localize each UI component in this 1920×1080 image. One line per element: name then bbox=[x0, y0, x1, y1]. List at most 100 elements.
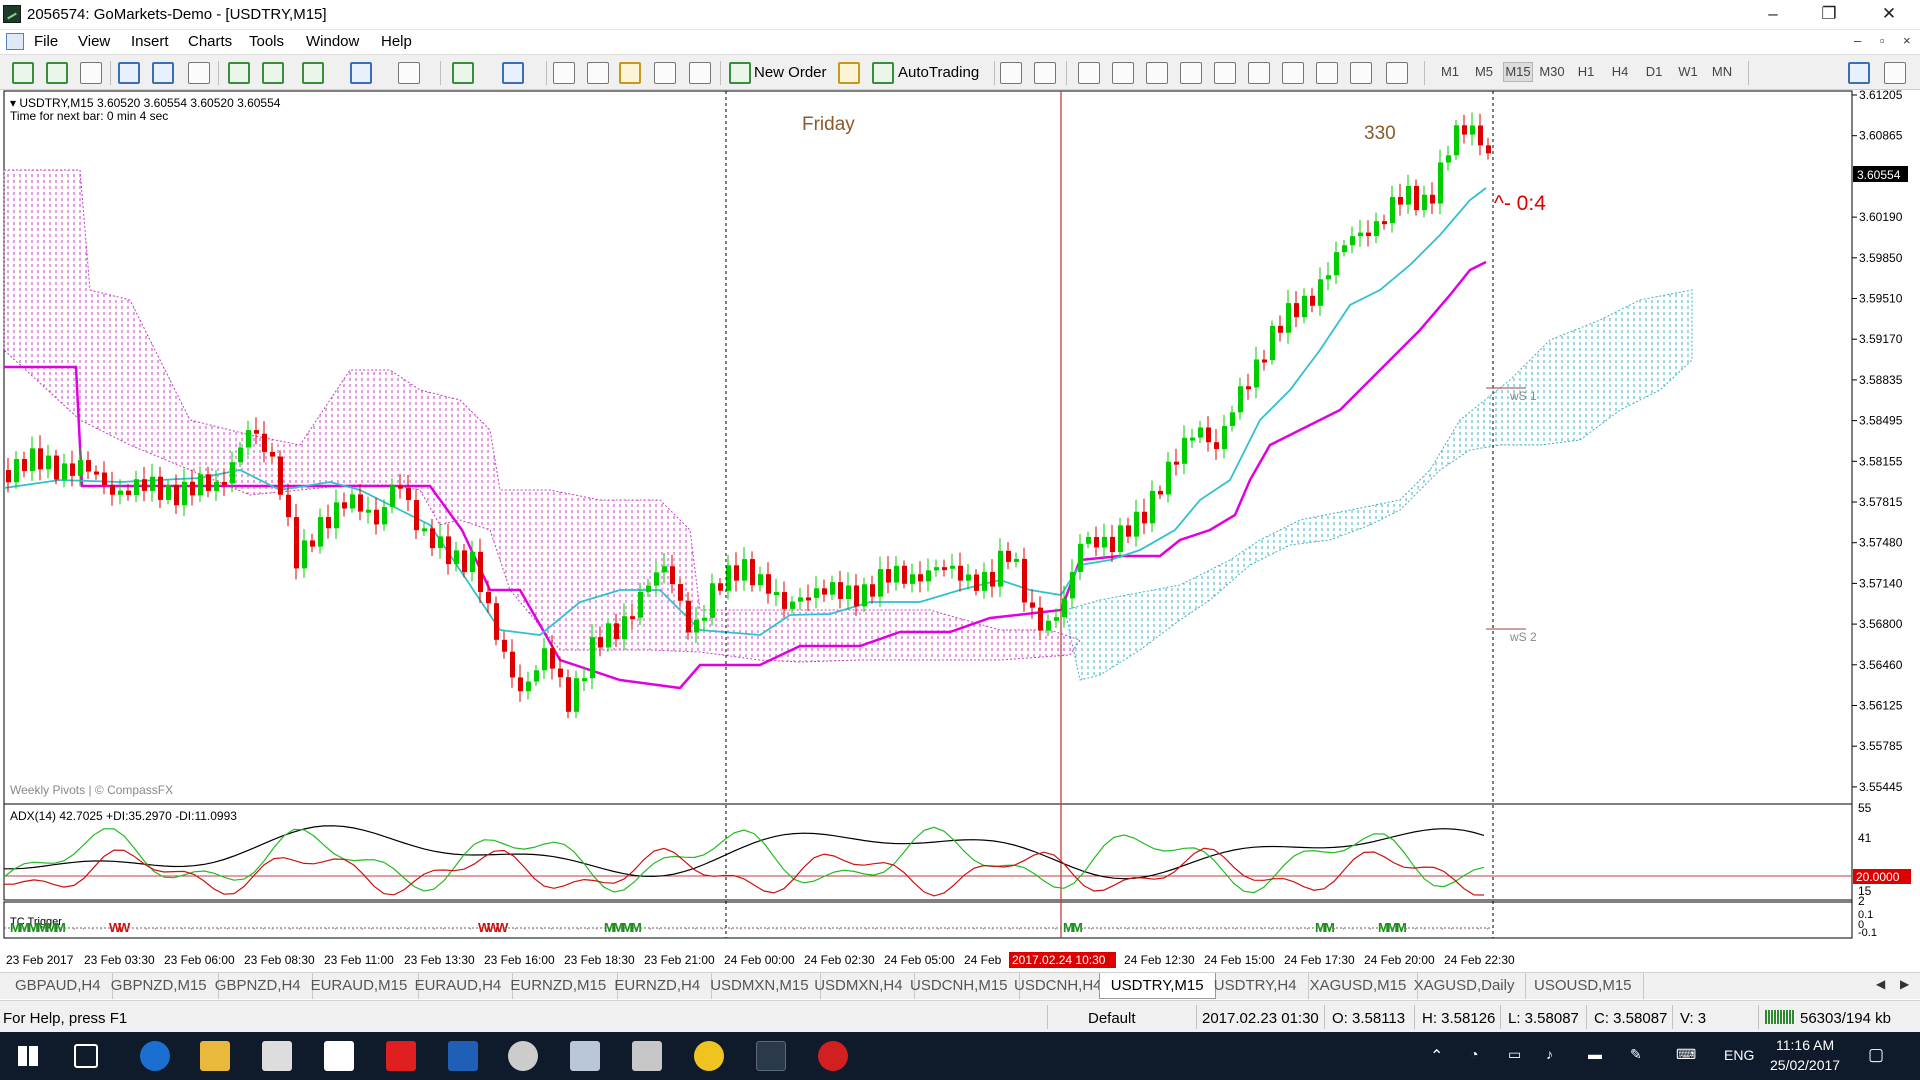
vertical-line-icon[interactable] bbox=[1078, 62, 1100, 84]
network-icon[interactable]: ▭ bbox=[1508, 1046, 1521, 1063]
tab-euraud-m15[interactable]: EURAUD,M15 bbox=[300, 973, 420, 999]
autotrading-button[interactable]: AutoTrading bbox=[898, 64, 979, 81]
chart-window-icon[interactable] bbox=[6, 33, 24, 50]
tab-gbpaud-h4[interactable]: GBPAUD,H4 bbox=[4, 973, 113, 999]
camera-app-icon[interactable] bbox=[632, 1041, 662, 1071]
tab-usdtry-h4[interactable]: USDTRY,H4 bbox=[1203, 973, 1309, 999]
notifications-icon[interactable]: ▢ bbox=[1868, 1045, 1884, 1065]
task-view-icon[interactable] bbox=[74, 1044, 98, 1068]
fibonacci-icon[interactable] bbox=[1214, 62, 1236, 84]
new-order-icon[interactable] bbox=[729, 62, 751, 84]
crosshair-icon[interactable] bbox=[1034, 62, 1056, 84]
tab-usdmxn-h4[interactable]: USDMXN,H4 bbox=[803, 973, 915, 999]
arrows-icon[interactable] bbox=[1386, 62, 1408, 84]
clock-date[interactable]: 25/02/2017 bbox=[1770, 1057, 1840, 1073]
line-chart-icon[interactable] bbox=[80, 62, 102, 84]
windows-start-icon[interactable] bbox=[18, 1046, 38, 1066]
menu-help[interactable]: Help bbox=[381, 33, 412, 50]
tab-gbpnzd-h4[interactable]: GBPNZD,H4 bbox=[204, 973, 313, 999]
strategy-tester-icon[interactable] bbox=[689, 62, 711, 84]
cursor-icon[interactable] bbox=[1000, 62, 1022, 84]
keyboard-icon[interactable]: ⌨ bbox=[1676, 1046, 1696, 1063]
mdi-close-button[interactable]: × bbox=[1903, 33, 1911, 48]
trendline-icon[interactable] bbox=[1146, 62, 1168, 84]
menu-insert[interactable]: Insert bbox=[131, 33, 169, 50]
tab-usdcnh-h4[interactable]: USDCNH,H4 bbox=[1003, 973, 1114, 999]
tabs-scroll-left-icon[interactable]: ◀ bbox=[1876, 977, 1885, 991]
edge-browser-icon[interactable] bbox=[140, 1041, 170, 1071]
indicators-icon[interactable] bbox=[302, 62, 324, 84]
language-indicator[interactable]: ENG bbox=[1724, 1047, 1754, 1063]
text-icon[interactable] bbox=[1248, 62, 1270, 84]
chart-shift-icon[interactable] bbox=[262, 62, 284, 84]
close-button[interactable]: ✕ bbox=[1860, 0, 1918, 30]
tab-usousd-m15[interactable]: USOUSD,M15 bbox=[1523, 973, 1644, 999]
candlestick-icon[interactable] bbox=[46, 62, 68, 84]
auto-scroll-icon[interactable] bbox=[228, 62, 250, 84]
tab-usdtry-m15[interactable]: USDTRY,M15 bbox=[1098, 973, 1216, 999]
periods-icon[interactable] bbox=[350, 62, 372, 84]
search-icon[interactable] bbox=[1848, 62, 1870, 84]
wifi-icon[interactable]: ◔ bbox=[1470, 1046, 1478, 1062]
metaeditor-icon[interactable] bbox=[838, 62, 860, 84]
menu-file[interactable]: File bbox=[34, 33, 58, 50]
text-label-icon[interactable] bbox=[1282, 62, 1304, 84]
new-order-button[interactable]: New Order bbox=[754, 64, 827, 81]
metatrader-app-icon[interactable] bbox=[3, 5, 21, 23]
rectangle-icon[interactable] bbox=[1316, 62, 1338, 84]
timeframe-h1[interactable]: H1 bbox=[1571, 64, 1601, 79]
timeframe-m15[interactable]: M15 bbox=[1503, 62, 1533, 82]
gomarkets-terminal-icon[interactable] bbox=[756, 1041, 786, 1071]
security-shield-icon[interactable] bbox=[448, 1041, 478, 1071]
kaspersky-icon[interactable] bbox=[386, 1041, 416, 1071]
adx-pane[interactable] bbox=[3, 803, 1853, 901]
templates-icon[interactable] bbox=[398, 62, 420, 84]
mdi-restore-button[interactable]: ▫ bbox=[1880, 33, 1885, 48]
mdi-minimize-button[interactable]: – bbox=[1854, 33, 1861, 48]
horizontal-line-icon[interactable] bbox=[1112, 62, 1134, 84]
zoom-out-icon[interactable] bbox=[152, 62, 174, 84]
timeframe-m1[interactable]: M1 bbox=[1435, 64, 1465, 79]
menu-tools[interactable]: Tools bbox=[249, 33, 284, 50]
network-app-icon[interactable] bbox=[508, 1041, 538, 1071]
volume-icon[interactable]: ♪ bbox=[1546, 1046, 1553, 1062]
pen-icon[interactable]: ✎ bbox=[1630, 1046, 1642, 1063]
tile-windows-icon[interactable] bbox=[188, 62, 210, 84]
market-watch-icon[interactable] bbox=[553, 62, 575, 84]
tab-eurnzd-m15[interactable]: EURNZD,M15 bbox=[499, 973, 619, 999]
minimize-button[interactable]: – bbox=[1744, 0, 1802, 30]
menu-charts[interactable]: Charts bbox=[188, 33, 232, 50]
connection-status-icon[interactable] bbox=[1765, 1010, 1795, 1024]
timeframe-mn[interactable]: MN bbox=[1707, 64, 1737, 79]
tab-xagusd-daily[interactable]: XAGUSD,Daily bbox=[1403, 973, 1527, 999]
tray-chevron-icon[interactable]: ⌃ bbox=[1430, 1046, 1443, 1066]
navigator-icon[interactable] bbox=[587, 62, 609, 84]
menu-window[interactable]: Window bbox=[306, 33, 359, 50]
clock-time[interactable]: 11:16 AM bbox=[1776, 1037, 1834, 1053]
chrome-icon[interactable] bbox=[694, 1041, 724, 1071]
tab-euraud-h4[interactable]: EURAUD,H4 bbox=[404, 973, 514, 999]
chart-window[interactable]: ▾ USDTRY,M15 3.60520 3.60554 3.60520 3.6… bbox=[0, 90, 1920, 972]
chat-icon[interactable] bbox=[1884, 62, 1906, 84]
store-icon[interactable] bbox=[324, 1041, 354, 1071]
data-window-icon[interactable] bbox=[619, 62, 641, 84]
restore-button[interactable]: ❐ bbox=[1800, 0, 1858, 30]
zoom-in-icon[interactable] bbox=[118, 62, 140, 84]
channel-icon[interactable] bbox=[1180, 62, 1202, 84]
timeframe-d1[interactable]: D1 bbox=[1639, 64, 1669, 79]
terminal-icon[interactable] bbox=[654, 62, 676, 84]
ellipse-icon[interactable] bbox=[1350, 62, 1372, 84]
menu-view[interactable]: View bbox=[78, 33, 110, 50]
trading-app-icon[interactable] bbox=[818, 1041, 848, 1071]
control-panel-icon[interactable] bbox=[570, 1041, 600, 1071]
calculator-icon[interactable] bbox=[262, 1041, 292, 1071]
battery-icon[interactable]: ▬ bbox=[1588, 1046, 1602, 1062]
tabs-scroll-right-icon[interactable]: ▶ bbox=[1900, 977, 1909, 991]
tab-eurnzd-h4[interactable]: EURNZD,H4 bbox=[603, 973, 713, 999]
file-explorer-icon[interactable] bbox=[200, 1041, 230, 1071]
new-chart-icon[interactable] bbox=[452, 62, 474, 84]
tab-xagusd-m15[interactable]: XAGUSD,M15 bbox=[1299, 973, 1419, 999]
autotrading-icon[interactable] bbox=[872, 62, 894, 84]
timeframe-h4[interactable]: H4 bbox=[1605, 64, 1635, 79]
timeframe-w1[interactable]: W1 bbox=[1673, 64, 1703, 79]
